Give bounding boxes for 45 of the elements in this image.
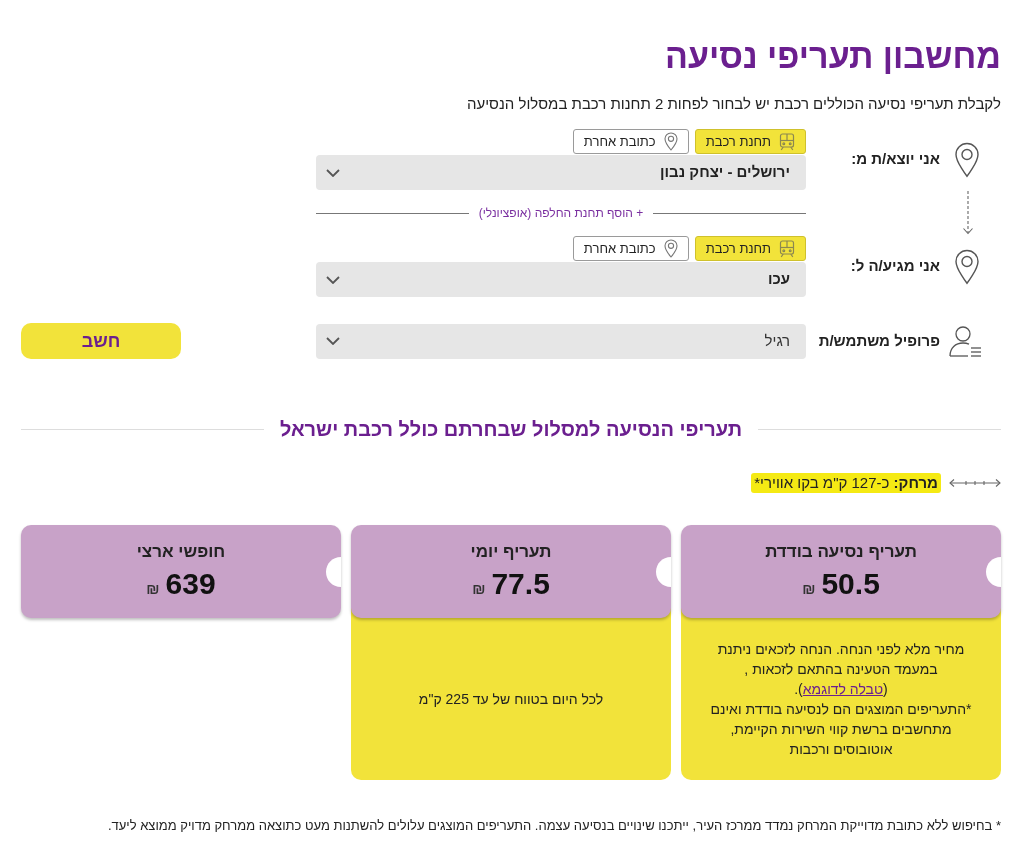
currency-symbol: ₪ xyxy=(472,579,486,599)
currency-symbol: ₪ xyxy=(146,579,160,599)
dashed-down-arrow-icon xyxy=(962,191,974,235)
calculate-button[interactable]: חשב xyxy=(21,323,181,359)
distance-arrow-icon xyxy=(949,478,1001,488)
add-stop-link[interactable]: + הוסף תחנת החלפה (אופציונלי) xyxy=(478,204,644,222)
fare-title: חופשי ארצי xyxy=(136,541,226,563)
location-type-tab[interactable]: תחנת רכבת xyxy=(694,236,806,261)
footnote-text: * בחיפוש ללא כתובת מדוייקת המרחק נמדד ממרכז העיר, ייתכנו שינויים בנסיעה עצמה. התעריפים המוצגים עלולים להשתנות מעט כתוצאה ממרחק מדויק ממוצא ליעד. xyxy=(106,817,1001,835)
fare-note: מחיר מלא לפני הנחה. הנחה לזכאים ניתנת במעמד הטעינה בהתאם לזכאות , (טבלה לדוגמא). xyxy=(716,640,966,699)
map-pin-icon xyxy=(954,141,980,178)
station-select[interactable]: ירושלים - יצחק נבון xyxy=(316,155,806,190)
field-label: אני מגיע/ה ל: xyxy=(850,256,940,277)
field-label: פרופיל משתמש/ת xyxy=(818,330,940,351)
fare-note: *התעריפים המוצגים הם לנסיעה בודדת ואינם מתחשבים ברשת קווי השירות הקיימת, אוטובוסים ורכבות xyxy=(709,700,973,759)
map-pin-icon xyxy=(954,248,980,285)
chevron-down-icon xyxy=(326,168,340,177)
fare-note: לכל היום בטווח של עד 225 ק"מ xyxy=(418,690,604,709)
user-profile-icon xyxy=(948,324,982,358)
field-label: אני יוצא/ת מ: xyxy=(851,149,940,170)
location-type-tab[interactable]: תחנת רכבת xyxy=(694,129,806,154)
fare-title: תעריף נסיעה בודדת xyxy=(765,541,917,563)
fare-title: תעריף יומי xyxy=(470,541,552,563)
distance-text: מרחק: כ-127 ק"מ בקו אווירי* xyxy=(751,473,941,493)
fare-price: 639 xyxy=(165,566,216,602)
chevron-down-icon xyxy=(326,337,340,345)
ticket-notch-icon xyxy=(325,557,341,587)
map-pin-icon xyxy=(663,239,678,258)
section-heading: תעריפי הנסיעה למסלול שבחרתם כולל רכבת ישראל xyxy=(279,417,743,441)
ticket-notch-icon xyxy=(985,557,1001,587)
fare-price: 77.5 xyxy=(491,566,550,602)
train-icon xyxy=(779,239,795,258)
example-table-link[interactable]: טבלה לדוגמא xyxy=(802,681,884,697)
location-type-tab[interactable]: כתובת אחרת xyxy=(572,129,689,154)
currency-symbol: ₪ xyxy=(802,579,816,599)
ticket-notch-icon xyxy=(655,557,671,587)
page-title: מחשבון תעריפי נסיעה xyxy=(663,36,1001,77)
station-select[interactable]: עכו xyxy=(316,262,806,297)
page-subtitle: לקבלת תעריפי נסיעה הכוללים רכבת יש לבחור לפחות 2 תחנות רכבת במסלול הנסיעה xyxy=(466,94,1001,114)
fare-price: 50.5 xyxy=(821,566,880,602)
location-type-tab[interactable]: כתובת אחרת xyxy=(572,236,689,261)
chevron-down-icon xyxy=(326,275,340,284)
map-pin-icon xyxy=(663,132,678,151)
profile-select[interactable]: רגיל xyxy=(316,323,806,359)
train-icon xyxy=(779,132,795,151)
